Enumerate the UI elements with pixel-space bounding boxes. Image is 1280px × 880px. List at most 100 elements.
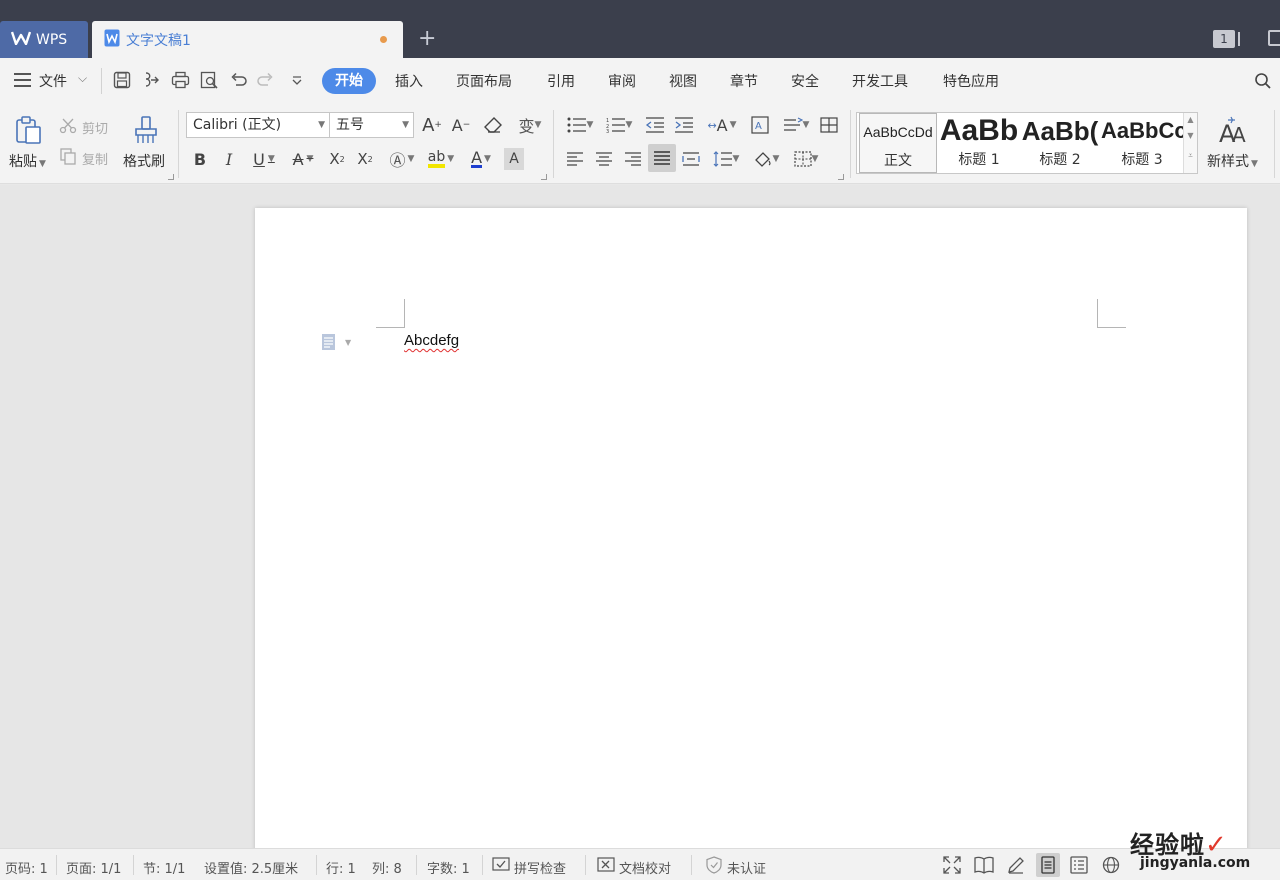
export-pdf-icon[interactable] — [140, 69, 162, 91]
unsaved-dot-icon[interactable] — [380, 36, 387, 43]
undo-icon[interactable] — [227, 69, 249, 91]
shield-icon[interactable] — [703, 855, 725, 875]
paragraph-shading-icon[interactable]: ▼ — [749, 148, 783, 170]
new-style-button[interactable]: 新样式 ▼ — [1207, 151, 1258, 171]
format-painter-button[interactable]: 格式刷 — [123, 151, 165, 171]
phonetic-guide-icon[interactable]: 变 ▼ — [514, 114, 546, 136]
italic-icon[interactable]: I — [219, 148, 239, 170]
document-page[interactable]: ▼ Abcdefg — [255, 208, 1247, 868]
decrease-font-icon[interactable]: A − — [450, 114, 472, 136]
decrease-indent-icon[interactable] — [644, 114, 666, 136]
scissors-icon[interactable] — [59, 117, 77, 135]
web-view-globe-icon[interactable] — [1100, 855, 1122, 875]
text-direction-icon[interactable]: ↔ A ▼ — [704, 114, 740, 136]
file-menu[interactable]: 文件 — [39, 71, 67, 91]
certification-status[interactable]: 未认证 — [727, 858, 766, 877]
pen-edit-icon[interactable] — [1005, 855, 1027, 875]
bold-icon[interactable]: B — [190, 148, 210, 170]
paste-button[interactable]: 粘贴 ▼ — [9, 151, 46, 171]
tab-insert[interactable]: 插入 — [395, 71, 423, 91]
spell-check-icon[interactable] — [490, 855, 512, 875]
print-preview-icon[interactable] — [198, 69, 220, 91]
clipboard-dialog-launcher[interactable] — [168, 174, 174, 180]
font-color-icon[interactable]: A ▼ — [464, 148, 498, 170]
highlight-color-icon[interactable]: ab ▼ — [424, 148, 458, 170]
format-painter-icon[interactable] — [130, 114, 162, 146]
status-word-count[interactable]: 字数: 1 — [427, 858, 470, 877]
increase-font-icon[interactable]: A + — [421, 114, 443, 136]
font-name-select[interactable]: Calibri (正文) ▼ — [186, 112, 330, 138]
document-proofread-icon[interactable] — [595, 855, 617, 875]
copy-icon[interactable] — [59, 147, 77, 165]
page-view-icon[interactable] — [1036, 853, 1060, 877]
chevron-up-icon[interactable]: ▲ — [1184, 113, 1197, 127]
distributed-align-icon[interactable] — [680, 148, 702, 170]
style-heading-3[interactable]: AaBbCc 标题 3 — [1101, 113, 1183, 173]
document-proofread-button[interactable]: 文档校对 — [619, 858, 671, 877]
chevron-down-icon[interactable]: ▼ — [1184, 127, 1197, 145]
borders-icon[interactable]: ▼ — [789, 148, 823, 170]
tab-special-apps[interactable]: 特色应用 — [943, 71, 999, 91]
tab-developer[interactable]: 开发工具 — [852, 71, 908, 91]
wps-home-tab[interactable]: WPS — [0, 21, 88, 58]
strikethrough-icon[interactable]: A ▼ — [287, 148, 319, 170]
font-dialog-launcher[interactable] — [541, 174, 547, 180]
underline-icon[interactable]: U ▼ — [248, 148, 280, 170]
window-switch-icon[interactable] — [1268, 30, 1280, 46]
subscript-icon[interactable]: X2 — [354, 148, 376, 170]
status-section[interactable]: 节: 1/1 — [143, 858, 185, 877]
numbered-list-icon[interactable]: 1 2 3 ▼ — [603, 114, 635, 136]
document-tab[interactable]: 文字文稿1 — [92, 21, 403, 58]
cut-button[interactable]: 剪切 — [82, 118, 108, 137]
status-page-number[interactable]: 页码: 1 — [5, 858, 48, 877]
paragraph-layout-icon[interactable]: ▼ — [321, 333, 351, 351]
status-pages[interactable]: 页面: 1/1 — [66, 858, 121, 877]
font-size-select[interactable]: 五号 ▼ — [329, 112, 414, 138]
paste-icon[interactable] — [12, 114, 46, 146]
show-hide-marks-icon[interactable]: ▼ — [779, 114, 813, 136]
print-icon[interactable] — [169, 69, 191, 91]
clear-format-eraser-icon[interactable] — [481, 114, 505, 136]
increase-indent-icon[interactable] — [673, 114, 695, 136]
style-heading-2[interactable]: AaBb( 标题 2 — [1020, 113, 1100, 173]
align-center-icon[interactable] — [593, 148, 615, 170]
document-body-text[interactable]: Abcdefg — [404, 332, 459, 349]
status-setting-value[interactable]: 设置值: 2.5厘米 — [204, 858, 298, 877]
align-right-icon[interactable] — [622, 148, 644, 170]
chinese-layout-icon[interactable]: A — [749, 114, 771, 136]
style-heading-1[interactable]: AaBb 标题 1 — [939, 113, 1019, 173]
bullet-list-icon[interactable]: ▼ — [564, 114, 596, 136]
text-effect-icon[interactable]: Ⓐ ▼ — [385, 148, 419, 170]
character-shading-icon[interactable]: A — [504, 148, 524, 170]
redo-icon[interactable] — [255, 69, 277, 91]
tab-chapter[interactable]: 章节 — [730, 71, 758, 91]
tab-references[interactable]: 引用 — [547, 71, 575, 91]
chevron-down-icon[interactable]: ▼ — [39, 159, 46, 169]
table-border-icon[interactable] — [818, 114, 840, 136]
tab-page-layout[interactable]: 页面布局 — [456, 71, 512, 91]
chevron-down-icon[interactable]: ▼ — [345, 338, 351, 347]
status-row[interactable]: 行: 1 — [326, 858, 356, 877]
spell-check-button[interactable]: 拼写检查 — [514, 858, 566, 877]
hamburger-menu-icon[interactable] — [14, 73, 31, 87]
tab-view[interactable]: 视图 — [669, 71, 697, 91]
status-column[interactable]: 列: 8 — [372, 858, 402, 877]
copy-button[interactable]: 复制 — [82, 149, 108, 168]
chevron-down-icon[interactable]: ⌵ — [78, 71, 87, 86]
new-style-icon[interactable]: AA — [1216, 114, 1252, 146]
line-spacing-icon[interactable]: ▼ — [709, 148, 743, 170]
style-normal[interactable]: AaBbCcDd 正文 — [859, 113, 937, 173]
tab-review[interactable]: 审阅 — [608, 71, 636, 91]
outline-view-icon[interactable] — [1068, 855, 1090, 875]
chevron-down-icon[interactable]: ▼ — [1251, 159, 1258, 169]
window-count-badge[interactable]: 1 — [1213, 30, 1240, 48]
justify-icon[interactable] — [648, 144, 676, 172]
document-workspace[interactable]: ▼ Abcdefg — [0, 185, 1280, 868]
tab-security[interactable]: 安全 — [791, 71, 819, 91]
fullscreen-icon[interactable] — [941, 855, 963, 875]
save-icon[interactable] — [111, 69, 133, 91]
customize-toolbar-icon[interactable] — [286, 69, 308, 91]
paragraph-dialog-launcher[interactable] — [838, 174, 844, 180]
reading-mode-icon[interactable] — [973, 855, 995, 875]
superscript-icon[interactable]: X2 — [326, 148, 348, 170]
